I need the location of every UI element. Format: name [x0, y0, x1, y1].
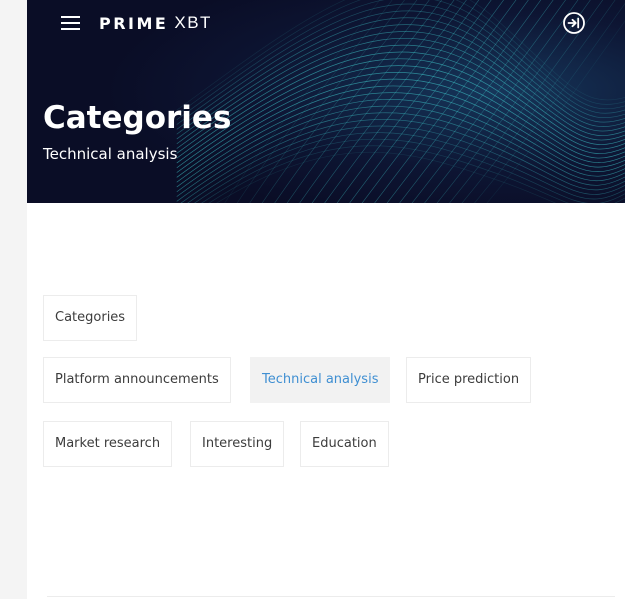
logo-wordmark-light: XBT [174, 13, 212, 32]
category-chip-price-prediction[interactable]: Price prediction [406, 357, 532, 403]
hamburger-menu-icon[interactable] [61, 14, 81, 32]
category-chip-market-research[interactable]: Market research [43, 421, 173, 467]
page: PRIME XBT Categories Technical analysis … [27, 0, 625, 599]
category-chip-interesting[interactable]: Interesting [190, 421, 285, 467]
category-chip-technical-analysis[interactable]: Technical analysis [250, 357, 391, 403]
primexbt-logo[interactable]: PRIME XBT [99, 12, 212, 34]
logo-wordmark-bold: PRIME [99, 13, 169, 33]
category-chip-education[interactable]: Education [300, 421, 389, 467]
login-icon[interactable] [562, 11, 586, 35]
category-chip-platform-announcements[interactable]: Platform announcements [43, 357, 231, 403]
hero-banner: PRIME XBT Categories Technical analysis [27, 0, 625, 203]
page-title: Categories [43, 100, 232, 136]
page-subtitle: Technical analysis [43, 145, 178, 163]
content-divider [47, 596, 615, 597]
category-chip-root[interactable]: Categories [43, 295, 138, 341]
